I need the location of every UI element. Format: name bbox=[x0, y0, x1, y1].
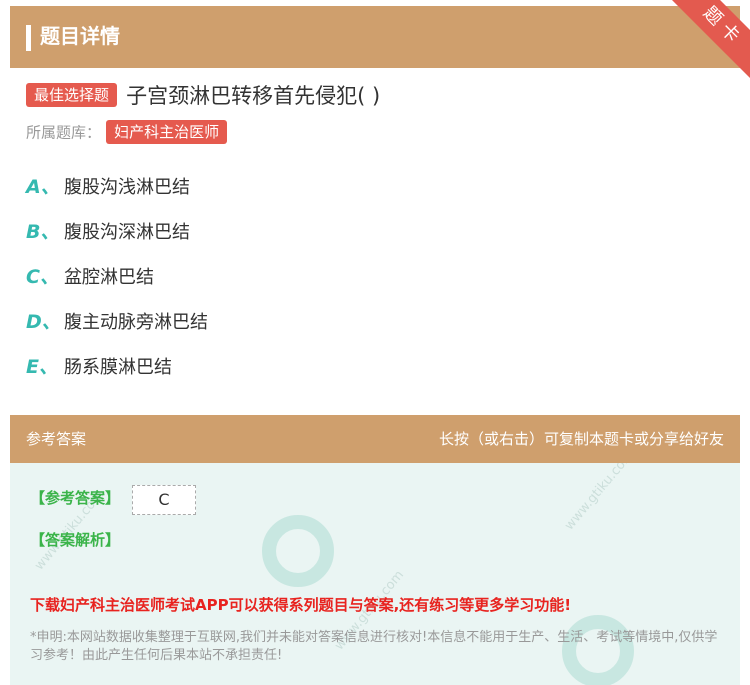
app-download-promo[interactable]: 下载妇产科主治医师考试APP可以获得系列题目与答案,还有练习等更多学习功能! bbox=[30, 594, 571, 615]
answer-value-image: C bbox=[132, 485, 196, 515]
option-text: 腹主动脉旁淋巴结 bbox=[64, 312, 208, 333]
option-b[interactable]: B、 腹股沟深淋巴结 bbox=[26, 215, 208, 260]
answer-section-title: 参考答案 bbox=[26, 430, 87, 448]
option-d[interactable]: D、 腹主动脉旁淋巴结 bbox=[26, 305, 208, 350]
ribbon-container: 题卡 bbox=[640, 0, 750, 90]
detail-header: 题目详情 bbox=[10, 6, 740, 68]
question-type-badge: 最佳选择题 bbox=[26, 83, 118, 107]
disclaimer-text: *申明:本网站数据收集整理于互联网,我们并未能对答案信息进行核对!本信息不能用于… bbox=[30, 630, 718, 663]
watermark-icon: www.gtiku.com bbox=[561, 463, 638, 534]
analysis-label: 【答案解析】 bbox=[30, 531, 121, 549]
option-text: 肠系膜淋巴结 bbox=[64, 357, 172, 378]
watermark-logo-icon bbox=[262, 515, 334, 587]
option-letter: D、 bbox=[26, 311, 61, 333]
answer-body: www.gtiku.com www.gtiku.com www.gtiku.co… bbox=[10, 463, 740, 685]
option-text: 腹股沟深淋巴结 bbox=[64, 222, 190, 243]
option-a[interactable]: A、 腹股沟浅淋巴结 bbox=[26, 170, 208, 215]
option-letter: C、 bbox=[26, 266, 59, 288]
option-text: 腹股沟浅淋巴结 bbox=[64, 177, 190, 198]
option-letter: B、 bbox=[26, 221, 60, 243]
question-card-ribbon[interactable]: 题卡 bbox=[672, 0, 750, 78]
header-title: 题目详情 bbox=[40, 24, 120, 48]
question-text: 子宫颈淋巴转移首先侵犯( ) bbox=[126, 84, 381, 108]
option-e[interactable]: E、 肠系膜淋巴结 bbox=[26, 350, 208, 395]
option-c[interactable]: C、 盆腔淋巴结 bbox=[26, 260, 208, 305]
header-accent-bar bbox=[26, 25, 31, 51]
bank-label: 所属题库： bbox=[26, 123, 102, 142]
options-list: A、 腹股沟浅淋巴结 B、 腹股沟深淋巴结 C、 盆腔淋巴结 D、 腹主动脉旁淋巴结 E… bbox=[26, 170, 208, 395]
bank-name-badge[interactable]: 妇产科主治医师 bbox=[106, 120, 228, 144]
share-hint: 长按（或右击）可复制本题卡或分享给好友 bbox=[438, 430, 724, 448]
answer-label: 【参考答案】 bbox=[30, 489, 121, 507]
answer-header: 参考答案 长按（或右击）可复制本题卡或分享给好友 bbox=[10, 415, 740, 463]
question-bank-row: 所属题库： 妇产科主治医师 bbox=[26, 120, 228, 146]
option-letter: A、 bbox=[26, 176, 60, 198]
option-text: 盆腔淋巴结 bbox=[64, 267, 154, 288]
option-letter: E、 bbox=[26, 356, 58, 378]
question-row: 最佳选择题 子宫颈淋巴转移首先侵犯( ) bbox=[26, 80, 380, 110]
